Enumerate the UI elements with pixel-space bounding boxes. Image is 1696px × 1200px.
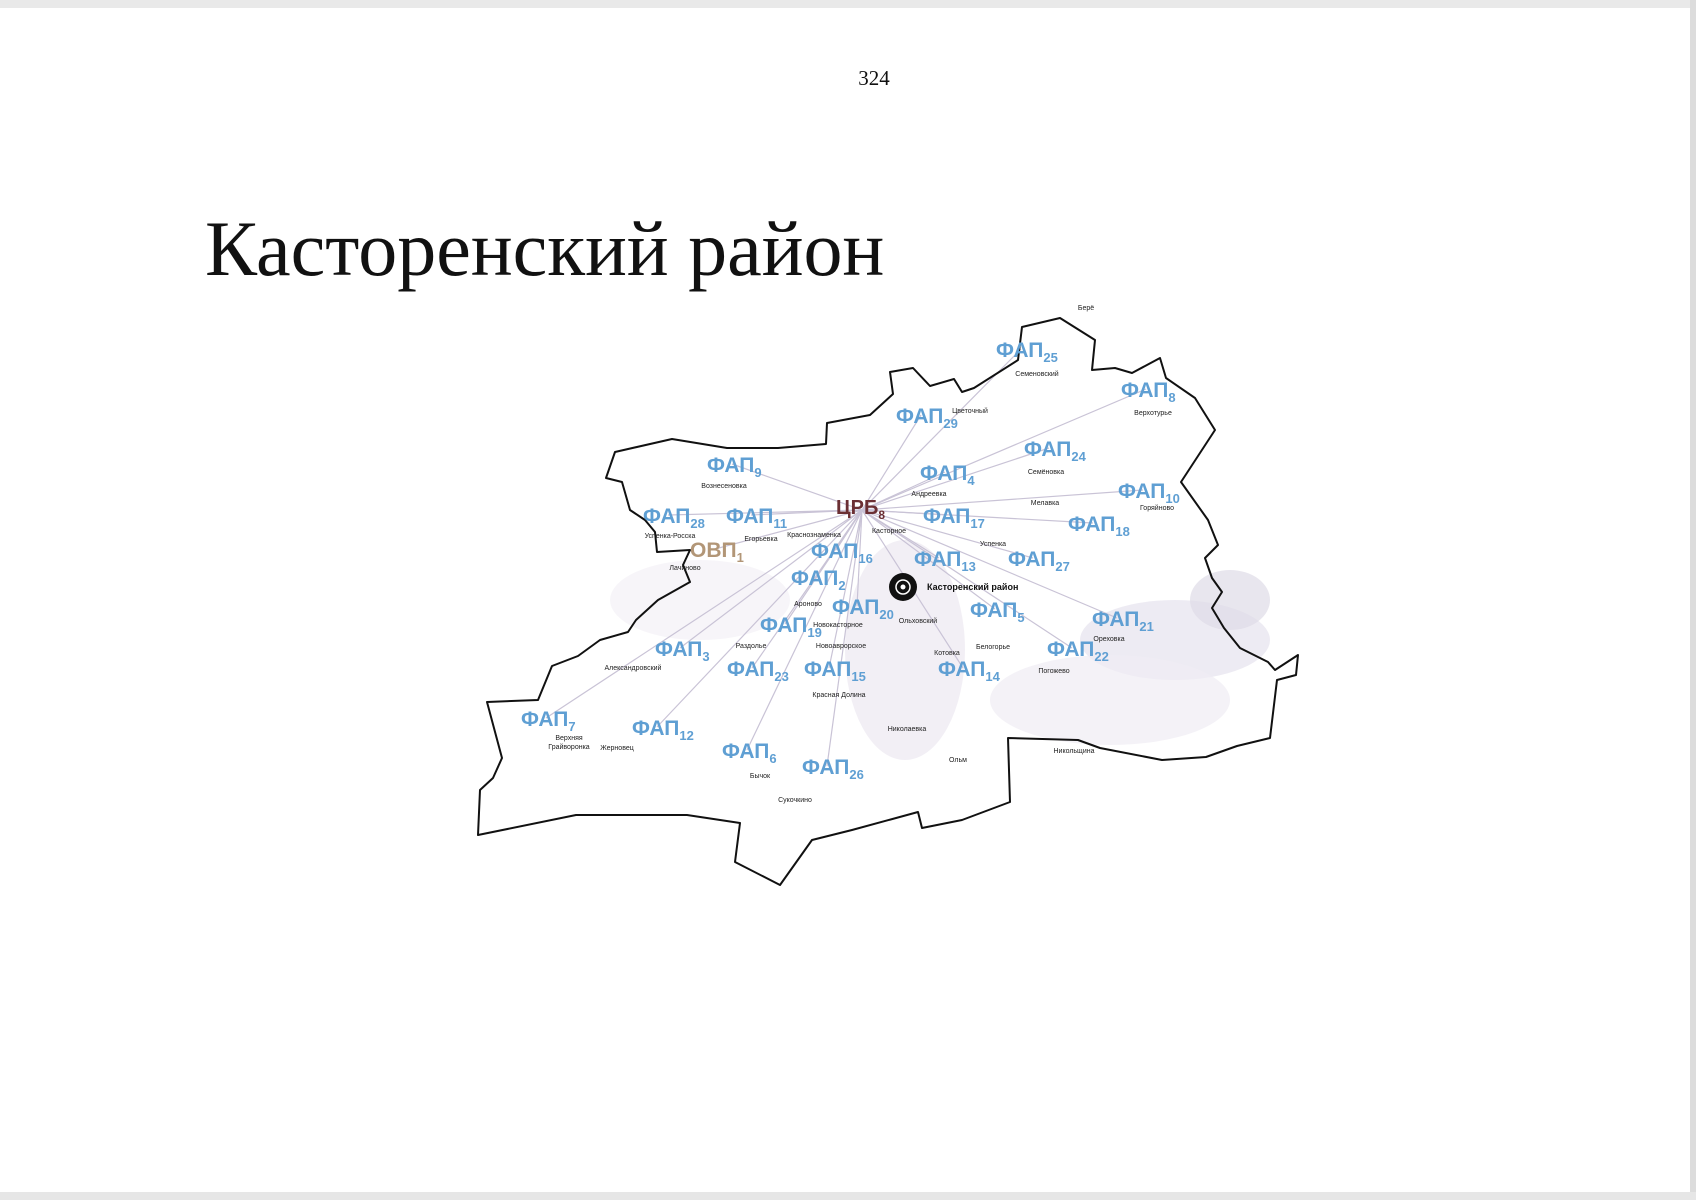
facility-label-ovp1: ОВП1 (690, 539, 744, 565)
facility-label-fap4: ФАП4 (920, 462, 975, 488)
village-label-fap6: Бычок (750, 773, 771, 780)
facility-label-fap9: ФАП9 (707, 454, 762, 480)
facility-label-fap11: ФАП11 (726, 505, 787, 531)
village-label-fap18: Мелавка (1031, 500, 1059, 507)
village-label-fap16: Краснознаменка (787, 532, 841, 539)
village-label-crb8: Касторное (872, 528, 906, 535)
facility-label-fap23: ФАП23 (727, 658, 789, 684)
village-label-ovp1: Лачиново (669, 565, 700, 572)
village-label-fap15: Красная Долина (812, 692, 865, 699)
village-label-fap3: Александровский (605, 664, 662, 672)
facility-label-fap6: ФАП6 (722, 740, 777, 766)
facility-label-fap24: ФАП24 (1024, 438, 1087, 464)
facility-label-fap2: ФАП2 (791, 567, 846, 593)
village-label-fap21: Ореховка (1093, 636, 1124, 643)
village-label-extra-0: Берё (1078, 305, 1094, 312)
village-label-fap8: Верхотурье (1134, 410, 1172, 417)
facility-label-fap8: ФАП8 (1121, 379, 1176, 405)
village-label-extra-3: Ольм (949, 757, 967, 764)
facility-label-fap12: ФАП12 (632, 717, 694, 743)
village-label-fap17: Успенка (980, 541, 1006, 548)
village-label-fap25: Семеновский (1015, 370, 1059, 378)
village-label-fap19: Раздолье (736, 643, 767, 650)
village-label-fap2: Ароново (794, 601, 822, 608)
facility-label-crb8: ЦРБ8 (836, 497, 885, 522)
village-label-fap24: Семёновка (1028, 469, 1064, 476)
facility-label-fap26: ФАП26 (802, 756, 864, 782)
village-label-fap12: Жерновец (600, 745, 633, 752)
village-label-fap26: Сукочкино (778, 797, 812, 804)
village-label-fap9: Вознесеновка (701, 483, 747, 490)
facility-label-fap29: ФАП29 (896, 405, 958, 431)
facility-label-fap28: ФАП28 (643, 505, 705, 531)
village-label-fap4: Андреевка (911, 491, 946, 498)
facility-label-fap25: ФАП25 (996, 339, 1058, 365)
village-label-fap5: Ольховский (899, 617, 938, 625)
village-label-fap29: Цветочный (952, 407, 988, 415)
village-label-fap28: Успенка-Росска (645, 533, 696, 540)
facility-label-fap3: ФАП3 (655, 638, 710, 664)
facility-label-fap13: ФАП13 (914, 548, 976, 574)
village-label-extra-4: Никольщина (1053, 748, 1094, 755)
village-label-fap7: Верхняя Грайворонка (548, 735, 589, 751)
village-label-extra-1: Белогорье (976, 644, 1010, 651)
connection-line-fap10 (861, 489, 1144, 511)
facility-label-fap5: ФАП5 (970, 599, 1025, 625)
village-label-fap11: Егорьевка (744, 536, 777, 543)
terrain-patch (1190, 570, 1270, 630)
facility-label-fap10: ФАП10 (1118, 480, 1180, 506)
facility-label-fap16: ФАП16 (811, 540, 873, 566)
facility-label-fap14: ФАП14 (938, 658, 1001, 684)
district-center-label: Касторенский район (927, 582, 1018, 592)
facility-label-fap7: ФАП7 (521, 708, 576, 734)
facility-label-fap27: ФАП27 (1008, 548, 1070, 574)
district-map: Семеновский Верхотурье Цветочный Семёновка В… (477, 305, 1299, 886)
facility-label-fap17: ФАП17 (923, 505, 985, 531)
facility-label-fap18: ФАП18 (1068, 513, 1130, 539)
village-label-extra-2: Николаевка (888, 726, 927, 733)
village-label-fap14: Котовка (934, 650, 960, 657)
village-label-fap22: Погожево (1038, 668, 1069, 675)
terrain-patch (990, 655, 1230, 745)
facility-label-fap19: ФАП19 (760, 614, 822, 640)
village-label-fap23: Новоаврорское (816, 643, 866, 650)
